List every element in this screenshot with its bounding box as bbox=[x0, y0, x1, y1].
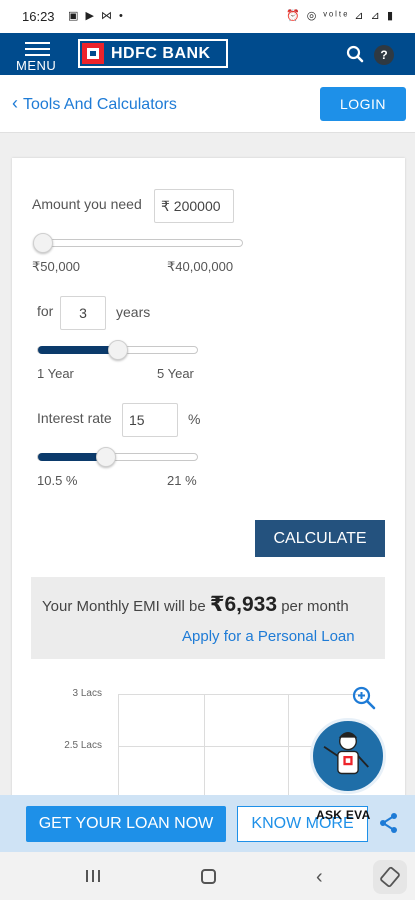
back-link-label: Tools And Calculators bbox=[23, 96, 177, 113]
eva-avatar-icon bbox=[323, 732, 369, 775]
interest-input[interactable]: 15 bbox=[122, 403, 178, 437]
home-icon[interactable] bbox=[201, 869, 216, 884]
interest-slider[interactable] bbox=[37, 447, 198, 467]
help-icon[interactable]: ? bbox=[374, 45, 394, 65]
brand-name: HDFC BANK bbox=[111, 45, 211, 62]
amount-slider[interactable] bbox=[33, 233, 243, 253]
app-header: MENU HDFC BANK ? bbox=[0, 33, 415, 75]
login-button[interactable]: LOGIN bbox=[320, 87, 406, 121]
y-tick-label: 2.5 Lacs bbox=[64, 740, 102, 751]
chevron-left-icon: ‹ bbox=[12, 93, 18, 113]
amount-min-label: ₹50,000 bbox=[32, 259, 81, 274]
tenure-slider-fill bbox=[38, 346, 118, 354]
amount-slider-thumb[interactable] bbox=[33, 233, 54, 253]
interest-label: Interest rate bbox=[37, 410, 112, 426]
interest-suffix: % bbox=[188, 411, 201, 427]
zoom-in-icon[interactable] bbox=[351, 685, 377, 711]
back-icon[interactable]: ‹ bbox=[316, 866, 323, 889]
interest-slider-thumb[interactable] bbox=[96, 447, 117, 467]
rotate-icon bbox=[380, 866, 400, 888]
emi-result-text: Your Monthly EMI will be ₹6,933 per mont… bbox=[42, 593, 362, 619]
tenure-slider-thumb[interactable] bbox=[107, 340, 128, 360]
ask-eva-label[interactable]: ASK EVA bbox=[316, 808, 371, 822]
interest-max-label: 21 % bbox=[167, 473, 197, 488]
y-tick-label: 3 Lacs bbox=[72, 688, 102, 699]
emi-prefix: Your Monthly EMI will be bbox=[42, 598, 206, 615]
amount-max-label: ₹40,00,000 bbox=[167, 259, 234, 274]
emi-result-box: Your Monthly EMI will be ₹6,933 per mont… bbox=[31, 577, 385, 659]
tenure-min-label: 1 Year bbox=[37, 366, 74, 381]
share-icon[interactable] bbox=[379, 812, 399, 834]
tenure-prefix: for bbox=[37, 303, 54, 319]
apply-personal-loan-link[interactable]: Apply for a Personal Loan bbox=[182, 628, 355, 645]
calculate-button[interactable]: CALCULATE bbox=[255, 520, 385, 557]
interest-min-label: 10.5 % bbox=[37, 473, 78, 488]
menu-label: MENU bbox=[16, 58, 57, 73]
loan-action-bar: GET YOUR LOAN NOW KNOW MORE bbox=[0, 795, 415, 852]
hamburger-icon bbox=[25, 42, 50, 56]
amount-input[interactable]: ₹ 200000 bbox=[154, 189, 234, 223]
hdfc-logo[interactable]: HDFC BANK bbox=[78, 39, 228, 68]
system-status-icons: ⏰ ◎ ᵛᵒˡᵗᵉ ⊿ ⊿ ▮ bbox=[286, 10, 395, 22]
menu-button[interactable]: MENU bbox=[14, 39, 62, 73]
emi-suffix: per month bbox=[281, 598, 349, 615]
system-nav-bar: ‹ bbox=[0, 852, 415, 900]
back-link[interactable]: ‹ Tools And Calculators bbox=[12, 93, 177, 114]
status-time: 16:23 bbox=[22, 9, 55, 24]
get-loan-button[interactable]: GET YOUR LOAN NOW bbox=[26, 806, 226, 842]
ask-eva-button[interactable] bbox=[310, 718, 386, 794]
hdfc-logo-mark-icon bbox=[82, 43, 104, 64]
tenure-slider[interactable] bbox=[37, 340, 198, 360]
tenure-input[interactable]: 3 bbox=[60, 296, 106, 330]
subheader: ‹ Tools And Calculators LOGIN bbox=[0, 75, 415, 133]
emi-amount: ₹6,933 bbox=[209, 593, 278, 616]
search-icon[interactable] bbox=[346, 45, 364, 63]
notification-icons: ▣ ▶ ⋈ • bbox=[68, 10, 125, 22]
amount-label: Amount you need bbox=[32, 196, 142, 212]
tenure-max-label: 5 Year bbox=[157, 366, 194, 381]
rotate-screen-button[interactable] bbox=[373, 860, 407, 894]
tenure-suffix: years bbox=[116, 304, 151, 320]
status-bar: 16:23 ▣ ▶ ⋈ • ⏰ ◎ ᵛᵒˡᵗᵉ ⊿ ⊿ ▮ bbox=[0, 0, 415, 33]
recent-apps-icon[interactable] bbox=[84, 869, 102, 883]
gridline bbox=[118, 694, 362, 695]
